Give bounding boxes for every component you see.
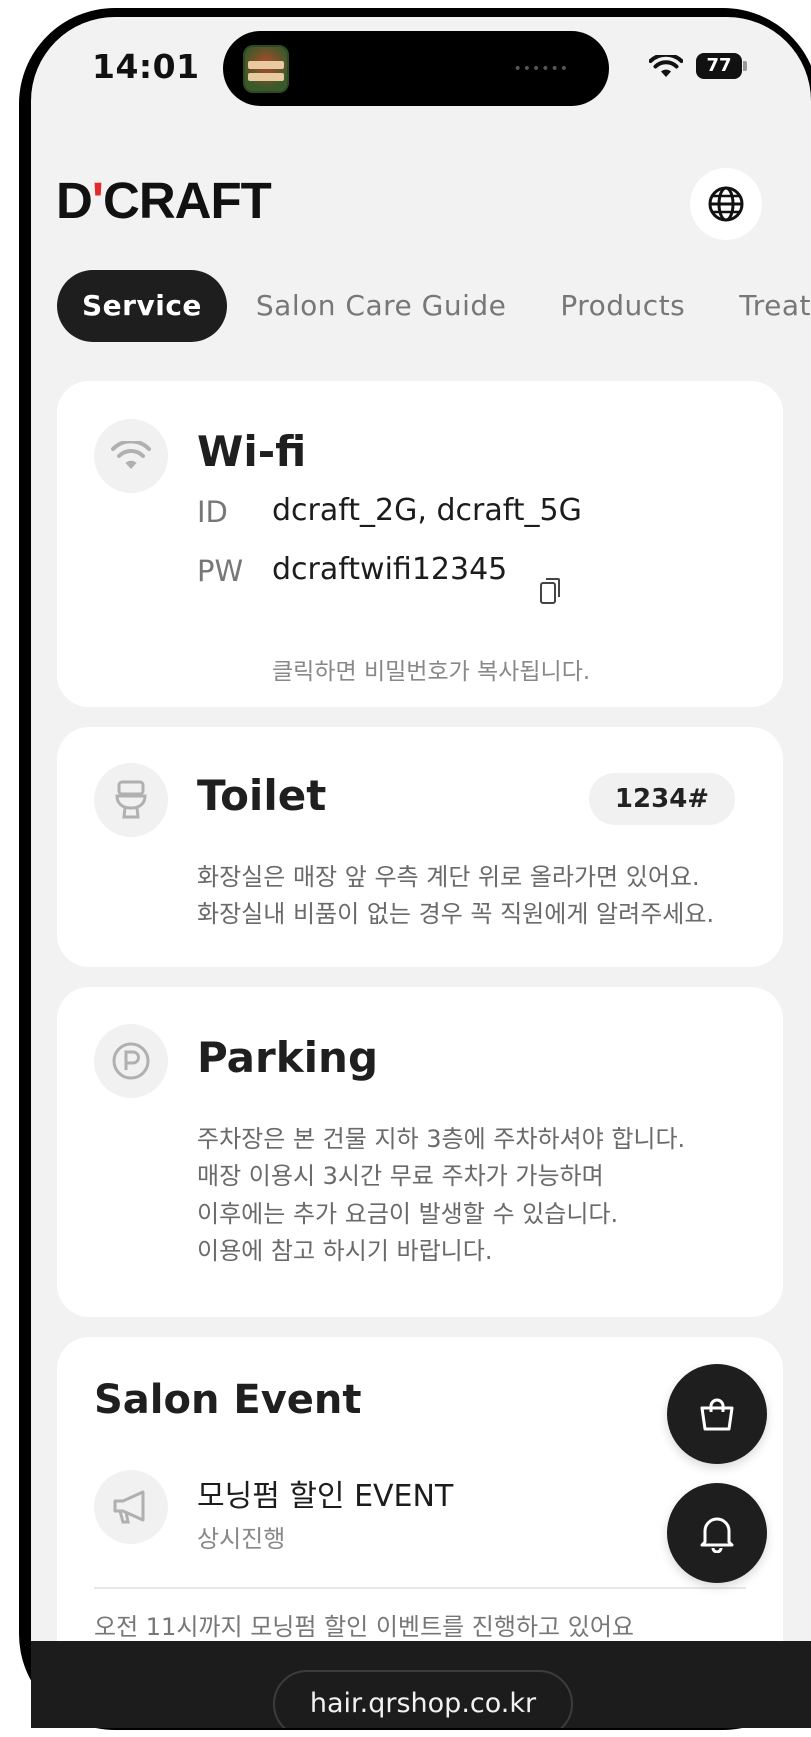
parking-title: Parking [197, 1033, 379, 1082]
shopping-bag-button[interactable] [667, 1364, 767, 1464]
language-button[interactable] [690, 168, 762, 240]
shopping-bag-icon [700, 1398, 734, 1431]
wifi-pw-label: PW [197, 554, 244, 588]
status-time: 14:01 [92, 47, 200, 86]
island-activity-icon: •••••• [513, 61, 569, 77]
parking-desc-line-1: 주차장은 본 건물 지하 3층에 주차하셔야 합니다. [197, 1125, 686, 1153]
parking-card: Parking 주차장은 본 건물 지하 3층에 주차하셔야 합니다. 매장 이… [57, 987, 783, 1317]
logo-tick: ' [91, 172, 104, 229]
tab-products[interactable]: Products [535, 270, 710, 342]
globe-icon [708, 186, 744, 222]
tab-salon-care-guide[interactable]: Salon Care Guide [231, 270, 531, 342]
toilet-icon-circle [94, 763, 168, 837]
browser-bottom-bar: hair.qrshop.co.kr [31, 1641, 811, 1728]
brand-logo[interactable]: D'CRAFT [56, 171, 272, 230]
megaphone-icon [113, 1490, 145, 1524]
toilet-code-badge: 1234# [589, 773, 735, 825]
dynamic-island: •••••• [223, 31, 609, 106]
toilet-title: Toilet [197, 771, 327, 820]
logo-text: CRAFT [102, 172, 272, 229]
wifi-icon-circle [94, 419, 168, 493]
app-thumbnail-icon [243, 45, 289, 93]
address-bar[interactable]: hair.qrshop.co.kr [273, 1670, 573, 1728]
wifi-card: Wi-fi ID dcraft_2G, dcraft_5G PW dcraftw… [57, 381, 783, 707]
category-tabs: Service Salon Care Guide Products Treatm… [57, 270, 811, 342]
wifi-copy-hint: 클릭하면 비밀번호가 복사됩니다. [272, 659, 591, 685]
parking-icon [112, 1042, 150, 1080]
event-divider [94, 1587, 746, 1589]
toilet-icon [115, 780, 147, 819]
tab-service[interactable]: Service [57, 270, 227, 342]
wifi-status-icon [648, 52, 684, 83]
parking-desc-line-3: 이후에는 추가 요금이 발생할 수 있습니다. [197, 1200, 619, 1228]
salon-event-title: Salon Event [94, 1377, 362, 1423]
toilet-desc-line-2: 화장실내 비품이 없는 경우 꼭 직원에게 알려주세요. [197, 900, 715, 928]
wifi-pw-value[interactable]: dcraftwifi12345 [272, 552, 507, 587]
screen: 14:01 •••••• 77 D'CRAFT Service Salon Ca… [31, 17, 811, 1728]
event-description: 오전 11시까지 모닝펌 할인 이벤트를 진행하고 있어요 [94, 1613, 634, 1641]
wifi-id-value: dcraft_2G, dcraft_5G [272, 493, 582, 528]
wifi-icon [111, 441, 151, 469]
bell-icon [700, 1517, 734, 1553]
battery-cap [743, 61, 747, 71]
logo-mark: D [56, 172, 93, 229]
event-name[interactable]: 모닝펌 할인 EVENT [197, 1471, 453, 1515]
parking-desc-line-4: 이용에 참고 하시기 바랍니다. [197, 1237, 493, 1265]
event-icon-circle [94, 1470, 168, 1544]
notification-button[interactable] [667, 1483, 767, 1583]
event-status: 상시진행 [197, 1525, 286, 1553]
copy-icon[interactable] [539, 577, 561, 605]
tab-treatment[interactable]: Treatment [714, 270, 811, 342]
battery-indicator: 77 [696, 53, 742, 79]
wifi-id-label: ID [197, 495, 228, 529]
wifi-title: Wi-fi [197, 427, 307, 476]
toilet-card: Toilet 1234# 화장실은 매장 앞 우측 계단 위로 올라가면 있어요… [57, 727, 783, 967]
parking-icon-circle [94, 1024, 168, 1098]
parking-desc-line-2: 매장 이용시 3시간 무료 주차가 가능하며 [197, 1162, 604, 1190]
toilet-desc-line-1: 화장실은 매장 앞 우측 계단 위로 올라가면 있어요. [197, 863, 700, 891]
